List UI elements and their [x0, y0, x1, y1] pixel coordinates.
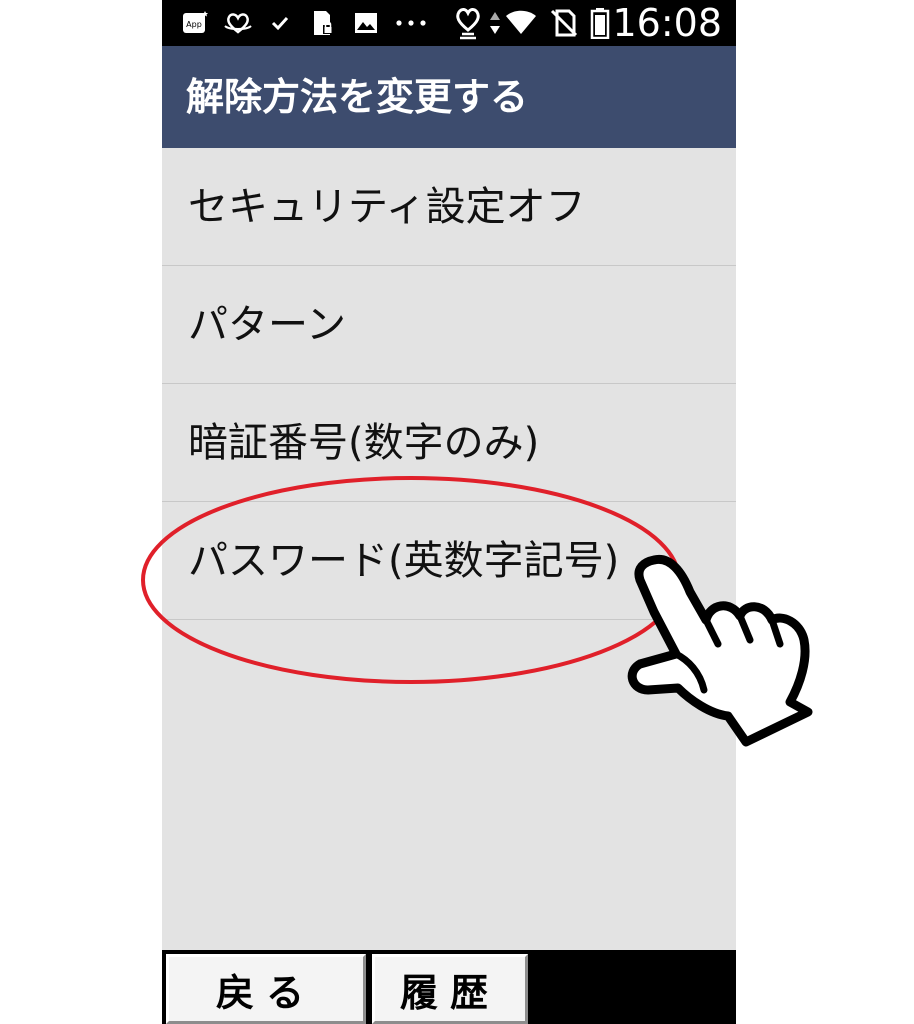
status-time: 16:08: [612, 1, 722, 45]
data-arrows-icon: [488, 8, 502, 38]
history-button[interactable]: 履歴: [372, 954, 528, 1024]
app-badge-text: App: [186, 20, 202, 29]
menu-item-security-off[interactable]: セキュリティ設定オフ: [162, 148, 736, 266]
menu-item-password[interactable]: パスワード(英数字記号): [162, 502, 736, 620]
menu-item-label: パターン: [188, 302, 346, 348]
no-sim-icon: [548, 8, 580, 38]
menu-item-pattern[interactable]: パターン: [162, 266, 736, 384]
app-icon: App: [180, 8, 210, 38]
wifi-icon: [504, 8, 538, 38]
back-button[interactable]: 戻る: [166, 954, 366, 1024]
menu-item-label: 暗証番号(数字のみ): [188, 420, 540, 466]
phone-screen: App 16:08 解除方法を変更する セキュリティ設定オフ パターン 暗証番号…: [162, 0, 736, 1024]
sd-card-icon: [308, 8, 336, 38]
page-title: 解除方法を変更する: [186, 75, 529, 119]
battery-icon: [588, 8, 612, 39]
image-icon: [352, 8, 380, 38]
menu-item-label: パスワード(英数字記号): [188, 538, 620, 584]
softkey-bar: 戻る 履歴: [162, 950, 736, 1024]
unlock-method-list: セキュリティ設定オフ パターン 暗証番号(数字のみ) パスワード(英数字記号): [162, 148, 736, 620]
heart-sync-icon: [222, 8, 254, 38]
check-icon: [268, 8, 292, 38]
status-bar: App 16:08: [162, 0, 736, 46]
menu-item-label: セキュリティ設定オフ: [188, 184, 586, 230]
title-bar: 解除方法を変更する: [162, 46, 736, 148]
menu-item-pin[interactable]: 暗証番号(数字のみ): [162, 384, 736, 502]
heart-icon: [452, 8, 484, 40]
more-dots-icon: [394, 8, 428, 38]
